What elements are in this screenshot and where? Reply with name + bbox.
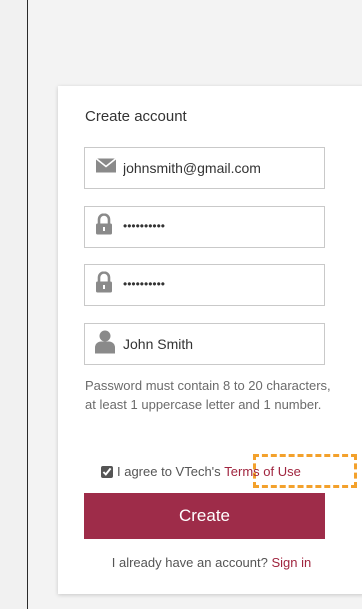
name-field[interactable] [84,323,325,365]
agree-row: I agree to VTech's Terms of Use [101,464,301,479]
password-input[interactable]: •••••••••• [123,219,165,233]
page-title: Create account [85,108,187,125]
terms-of-use-link[interactable]: Terms of Use [224,464,301,479]
have-account-text: I already have an account? [111,555,268,570]
agree-checkbox[interactable] [101,465,113,478]
person-icon [95,330,115,359]
create-account-card: Create account •••••••••• [58,86,362,594]
email-field[interactable] [84,147,325,189]
sign-in-link[interactable]: Sign in [271,555,311,570]
name-input[interactable] [123,332,318,356]
page-viewport: Create account •••••••••• [27,0,362,609]
password-field[interactable]: •••••••••• [84,206,325,248]
create-button[interactable]: Create [84,493,325,539]
confirm-password-input[interactable]: •••••••••• [123,277,165,291]
signin-row: I already have an account? Sign in [58,555,362,570]
confirm-password-field[interactable]: •••••••••• [84,264,325,306]
lock-icon [95,213,113,241]
agree-label: I agree to VTech's [117,464,221,479]
lock-icon [95,271,113,299]
password-hint: Password must contain 8 to 20 characters… [85,378,331,412]
email-input[interactable] [123,156,318,180]
email-icon [95,157,117,179]
